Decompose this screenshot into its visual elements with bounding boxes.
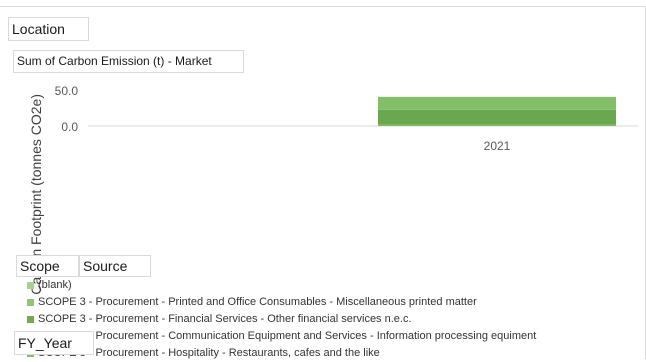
legend-label: (blank) [38,277,72,294]
scope-field-button[interactable]: Scope [16,255,79,277]
bar-segment [378,124,616,125]
location-field-button[interactable]: Location [8,17,89,41]
legend-item: SCOPE 3 - Procurement - Hospitality - Re… [27,345,536,362]
chart-legend: (blank)SCOPE 3 - Procurement - Printed a… [27,277,536,362]
y-tick-label: 50.0 [55,84,79,98]
sum-carbon-field-button[interactable]: Sum of Carbon Emission (t) - Market [13,50,244,73]
legend-label: SCOPE 3 - Procurement - Communication Eq… [38,328,536,345]
legend-label: SCOPE 3 - Procurement - Financial Servic… [38,311,412,328]
y-tick-label: 0.0 [61,120,78,134]
bar-segment [378,97,616,110]
legend-label: SCOPE 3 - Procurement - Printed and Offi… [38,294,477,311]
legend-swatch [27,282,34,289]
legend-swatch [27,316,34,323]
x-tick-label: 2021 [484,139,511,153]
fy-year-field-button[interactable]: FY_Year [14,331,94,355]
legend-item: SCOPE 3 - Procurement - Financial Servic… [27,311,536,328]
legend-item: SCOPE 3 - Procurement - Printed and Offi… [27,294,536,311]
bar-segment [378,110,616,124]
legend-swatch [27,299,34,306]
source-field-button[interactable]: Source [79,255,151,277]
legend-item: SCOPE 3 - Procurement - Communication Eq… [27,328,536,345]
legend-item: (blank) [27,277,536,294]
